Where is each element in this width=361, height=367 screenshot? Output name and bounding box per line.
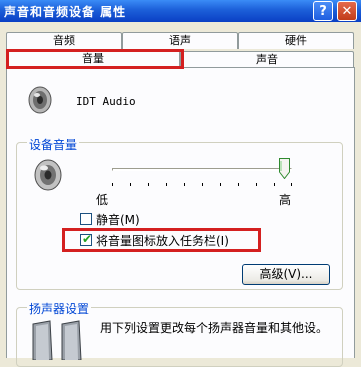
speaker-settings-description: 用下列设置更改每个扬声器音量和其他设。 [100,321,329,335]
slider-tick [202,183,203,186]
slider-tick [112,183,113,186]
close-icon: ✕ [341,3,353,19]
slider-tick [238,183,239,186]
mute-checkbox[interactable] [80,213,92,225]
volume-low-label: 低 [96,193,109,207]
speaker-volume-icon [34,159,62,191]
close-button[interactable]: ✕ [337,1,357,21]
volume-high-label: 高 [279,193,292,207]
slider-tick [166,183,167,186]
help-button[interactable]: ? [313,1,333,21]
tab-volume[interactable]: 音量 [6,49,180,68]
checkmark-icon: ✔ [82,232,93,246]
tab-audio[interactable]: 音频 [6,32,122,49]
slider-tick [291,183,292,186]
window-title: 声音和音频设备 属性 [4,5,127,19]
taskbar-icon-label[interactable]: 将音量图标放入任务栏(I) [96,232,229,249]
slider-tick [220,183,221,186]
tab-sounds[interactable]: 声音 [180,51,354,68]
slider-tick [256,183,257,186]
device-name: IDT Audio [76,95,136,108]
tab-voice[interactable]: 语声 [122,32,238,49]
slider-tick [184,183,185,186]
advanced-button[interactable]: 高级(V)... [242,264,330,285]
volume-slider-track[interactable] [112,168,292,171]
mute-label[interactable]: 静音(M) [96,211,140,228]
slider-tick [148,183,149,186]
help-icon: ? [319,3,327,19]
speaker-settings-legend: 扬声器设置 [27,300,92,317]
volume-slider-thumb[interactable] [279,158,290,179]
tab-hardware[interactable]: 硬件 [238,32,354,49]
device-volume-legend: 设备音量 [27,136,80,153]
taskbar-icon-checkbox[interactable]: ✔ [80,232,93,246]
speakers-icon [32,320,82,360]
title-bar[interactable]: 声音和音频设备 属性 ? ✕ [0,0,361,22]
slider-tick [130,183,131,186]
slider-tick [274,183,275,186]
speaker-icon [28,86,52,114]
